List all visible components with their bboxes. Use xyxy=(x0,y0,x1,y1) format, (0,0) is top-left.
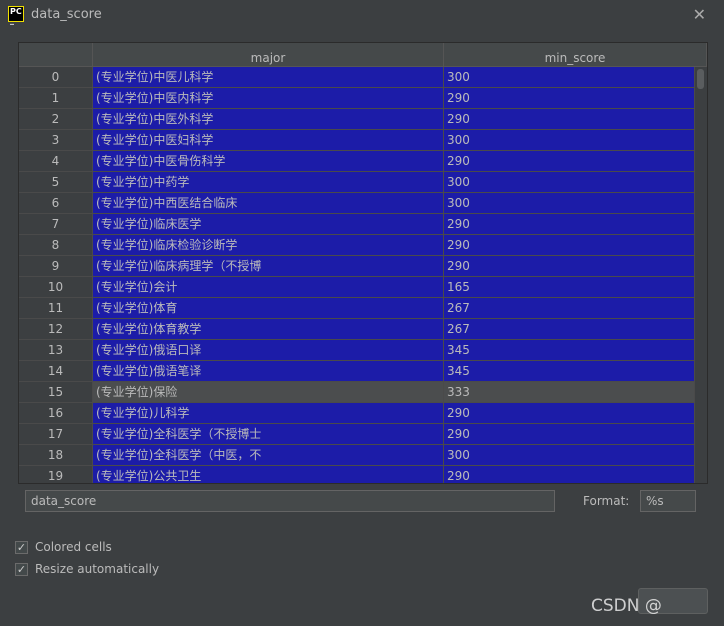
min-score-cell[interactable]: 290 xyxy=(444,466,695,483)
resize-automatically-label: Resize automatically xyxy=(35,562,160,576)
window-title: data_score xyxy=(31,7,102,22)
min-score-cell[interactable]: 300 xyxy=(444,445,695,466)
table-row[interactable]: 13 (专业学位)俄语口译 345 xyxy=(19,340,695,361)
min-score-cell[interactable]: 290 xyxy=(444,424,695,445)
major-cell[interactable]: (专业学位)临床检验诊断学 xyxy=(93,235,444,256)
table-row[interactable]: 6 (专业学位)中西医结合临床 300 xyxy=(19,193,695,214)
major-cell[interactable]: (专业学位)保险 xyxy=(93,382,444,403)
column-header-min-score[interactable]: min_score xyxy=(444,43,707,67)
min-score-cell[interactable]: 290 xyxy=(444,235,695,256)
major-cell[interactable]: (专业学位)俄语口译 xyxy=(93,340,444,361)
table-row[interactable]: 15 (专业学位)保险 333 xyxy=(19,382,695,403)
watermark: CSDN @ xyxy=(591,596,662,616)
format-label: Format: xyxy=(583,494,630,508)
row-index: 3 xyxy=(19,130,93,151)
major-cell[interactable]: (专业学位)全科医学（不授博士 xyxy=(93,424,444,445)
table-row[interactable]: 0 (专业学位)中医儿科学 300 xyxy=(19,67,695,88)
table-row[interactable]: 10 (专业学位)会计 165 xyxy=(19,277,695,298)
title-bar: PC _ data_score ✕ xyxy=(0,0,724,30)
major-cell[interactable]: (专业学位)公共卫生 xyxy=(93,466,444,483)
table-row[interactable]: 16 (专业学位)儿科学 290 xyxy=(19,403,695,424)
major-cell[interactable]: (专业学位)中医儿科学 xyxy=(93,67,444,88)
row-index: 5 xyxy=(19,172,93,193)
min-score-cell[interactable]: 165 xyxy=(444,277,695,298)
row-index: 11 xyxy=(19,298,93,319)
major-cell[interactable]: (专业学位)中医外科学 xyxy=(93,109,444,130)
table-row[interactable]: 5 (专业学位)中药学 300 xyxy=(19,172,695,193)
major-cell[interactable]: (专业学位)体育教学 xyxy=(93,319,444,340)
min-score-cell[interactable]: 345 xyxy=(444,340,695,361)
colored-cells-label: Colored cells xyxy=(35,540,112,554)
major-cell[interactable]: (专业学位)临床医学 xyxy=(93,214,444,235)
format-input[interactable]: %s xyxy=(640,490,696,512)
colored-cells-checkbox[interactable]: ✓ xyxy=(15,541,28,554)
major-cell[interactable]: (专业学位)全科医学（中医，不 xyxy=(93,445,444,466)
min-score-cell[interactable]: 300 xyxy=(444,172,695,193)
expression-input[interactable]: data_score xyxy=(25,490,555,512)
min-score-cell[interactable]: 290 xyxy=(444,256,695,277)
row-index: 14 xyxy=(19,361,93,382)
index-header xyxy=(19,43,93,67)
resize-automatically-checkbox[interactable]: ✓ xyxy=(15,563,28,576)
min-score-cell[interactable]: 267 xyxy=(444,298,695,319)
table-row[interactable]: 12 (专业学位)体育教学 267 xyxy=(19,319,695,340)
table-row[interactable]: 11 (专业学位)体育 267 xyxy=(19,298,695,319)
major-cell[interactable]: (专业学位)临床病理学（不授博 xyxy=(93,256,444,277)
row-index: 16 xyxy=(19,403,93,424)
row-index: 17 xyxy=(19,424,93,445)
data-table: major min_score 0 (专业学位)中医儿科学 300 1 (专业学位)中医… xyxy=(18,42,708,484)
vertical-scrollbar[interactable] xyxy=(695,67,707,483)
major-cell[interactable]: (专业学位)中医骨伤科学 xyxy=(93,151,444,172)
min-score-cell[interactable]: 290 xyxy=(444,88,695,109)
table-row[interactable]: 7 (专业学位)临床医学 290 xyxy=(19,214,695,235)
table-row[interactable]: 2 (专业学位)中医外科学 290 xyxy=(19,109,695,130)
row-index: 9 xyxy=(19,256,93,277)
min-score-cell[interactable]: 267 xyxy=(444,319,695,340)
table-row[interactable]: 4 (专业学位)中医骨伤科学 290 xyxy=(19,151,695,172)
min-score-cell[interactable]: 290 xyxy=(444,151,695,172)
major-cell[interactable]: (专业学位)会计 xyxy=(93,277,444,298)
major-cell[interactable]: (专业学位)中药学 xyxy=(93,172,444,193)
min-score-cell[interactable]: 300 xyxy=(444,67,695,88)
table-row[interactable]: 14 (专业学位)俄语笔译 345 xyxy=(19,361,695,382)
min-score-cell[interactable]: 290 xyxy=(444,403,695,424)
major-cell[interactable]: (专业学位)儿科学 xyxy=(93,403,444,424)
row-index: 2 xyxy=(19,109,93,130)
min-score-cell[interactable]: 300 xyxy=(444,130,695,151)
row-index: 1 xyxy=(19,88,93,109)
row-index: 4 xyxy=(19,151,93,172)
row-index: 13 xyxy=(19,340,93,361)
major-cell[interactable]: (专业学位)中医内科学 xyxy=(93,88,444,109)
table-row[interactable]: 19 (专业学位)公共卫生 290 xyxy=(19,466,695,483)
min-score-cell[interactable]: 333 xyxy=(444,382,695,403)
major-cell[interactable]: (专业学位)体育 xyxy=(93,298,444,319)
table-row[interactable]: 17 (专业学位)全科医学（不授博士 290 xyxy=(19,424,695,445)
row-index: 18 xyxy=(19,445,93,466)
column-header-major[interactable]: major xyxy=(93,43,444,67)
table-row[interactable]: 8 (专业学位)临床检验诊断学 290 xyxy=(19,235,695,256)
major-cell[interactable]: (专业学位)中医妇科学 xyxy=(93,130,444,151)
min-score-cell[interactable]: 290 xyxy=(444,109,695,130)
scrollbar-thumb[interactable] xyxy=(697,69,704,89)
table-row[interactable]: 3 (专业学位)中医妇科学 300 xyxy=(19,130,695,151)
table-row[interactable]: 9 (专业学位)临床病理学（不授博 290 xyxy=(19,256,695,277)
row-index: 19 xyxy=(19,466,93,483)
row-index: 0 xyxy=(19,67,93,88)
min-score-cell[interactable]: 345 xyxy=(444,361,695,382)
table-row[interactable]: 18 (专业学位)全科医学（中医，不 300 xyxy=(19,445,695,466)
major-cell[interactable]: (专业学位)俄语笔译 xyxy=(93,361,444,382)
row-index: 7 xyxy=(19,214,93,235)
row-index: 6 xyxy=(19,193,93,214)
min-score-cell[interactable]: 300 xyxy=(444,193,695,214)
table-row[interactable]: 1 (专业学位)中医内科学 290 xyxy=(19,88,695,109)
row-index: 12 xyxy=(19,319,93,340)
close-icon[interactable]: ✕ xyxy=(693,5,706,24)
row-index: 10 xyxy=(19,277,93,298)
pycharm-logo-icon: PC _ xyxy=(8,6,24,25)
major-cell[interactable]: (专业学位)中西医结合临床 xyxy=(93,193,444,214)
min-score-cell[interactable]: 290 xyxy=(444,214,695,235)
row-index: 15 xyxy=(19,382,93,403)
row-index: 8 xyxy=(19,235,93,256)
